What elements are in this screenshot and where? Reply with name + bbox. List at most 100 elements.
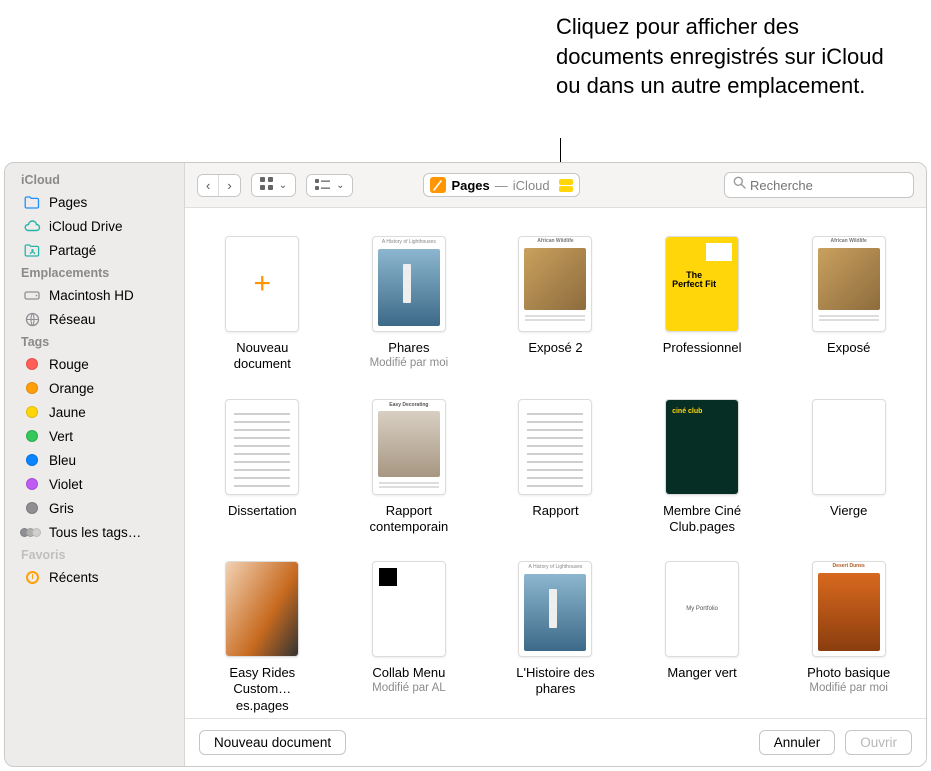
- group-icon: [315, 178, 330, 193]
- dialog-footer: Nouveau document Annuler Ouvrir: [185, 718, 926, 766]
- sidebar-item-network[interactable]: Réseau: [5, 307, 184, 331]
- all-tags-icon: [23, 523, 41, 541]
- document-subtitle: Modifié par moi: [370, 357, 449, 369]
- view-mode-icon: ⌄: [251, 173, 296, 197]
- forward-button[interactable]: ›: [218, 175, 239, 196]
- sidebar-tag-bleu[interactable]: Bleu: [5, 448, 184, 472]
- document-item[interactable]: ciné clubMembre Ciné Club.pages: [649, 399, 756, 536]
- group-button[interactable]: ⌄: [307, 175, 352, 196]
- open-dialog-window: iCloud Pages iCloud Drive Partagé Emplac…: [4, 162, 927, 767]
- sidebar-item-label: Macintosh HD: [49, 288, 134, 303]
- toolbar: ‹ › ⌄ ⌄ Pages — iC: [185, 163, 926, 208]
- sidebar-item-label: Tous les tags…: [49, 525, 141, 540]
- sidebar-header-tags: Tags: [5, 331, 184, 352]
- document-subtitle: Modifié par moi: [809, 682, 888, 694]
- search-input[interactable]: [750, 178, 926, 193]
- chevron-left-icon: ‹: [206, 178, 210, 193]
- document-title: Rapport: [532, 503, 578, 519]
- tag-dot-icon: [23, 355, 41, 373]
- hdd-icon: [23, 286, 41, 304]
- chevron-down-icon: ⌄: [336, 180, 344, 191]
- sidebar-tag-orange[interactable]: Orange: [5, 376, 184, 400]
- sidebar-tag-rouge[interactable]: Rouge: [5, 352, 184, 376]
- recents-clock-icon: [23, 568, 41, 586]
- document-item[interactable]: Collab MenuModifié par AL: [356, 561, 463, 714]
- document-title: Phares: [388, 340, 429, 356]
- document-title: L'Histoire des phares: [502, 665, 609, 698]
- open-button[interactable]: Ouvrir: [845, 730, 912, 755]
- sidebar-item-label: Jaune: [49, 405, 86, 420]
- location-app-label: Pages: [451, 178, 489, 193]
- document-item[interactable]: Dissertation: [209, 399, 316, 536]
- document-item[interactable]: Vierge: [795, 399, 902, 536]
- search-field[interactable]: [724, 172, 914, 198]
- document-item[interactable]: African WildlifeExposé 2: [502, 236, 609, 373]
- sidebar-item-iclouddrive[interactable]: iCloud Drive: [5, 214, 184, 238]
- cancel-button[interactable]: Annuler: [759, 730, 836, 755]
- document-item[interactable]: Easy DecoratingRapport contemporain: [356, 399, 463, 536]
- shared-folder-icon: [23, 241, 41, 259]
- sidebar-item-recents[interactable]: Récents: [5, 565, 184, 589]
- document-title: Dissertation: [228, 503, 297, 519]
- icon-view-button[interactable]: ⌄: [252, 174, 295, 196]
- document-item[interactable]: Easy Rides Custom…es.pages: [209, 561, 316, 714]
- sidebar-item-label: iCloud Drive: [49, 219, 123, 234]
- sidebar-item-label: Partagé: [49, 243, 96, 258]
- tag-dot-icon: [23, 427, 41, 445]
- search-icon: [733, 176, 746, 194]
- cloud-icon: [23, 217, 41, 235]
- chevron-down-icon: ⌄: [279, 180, 287, 191]
- document-item[interactable]: +Nouveau document: [209, 236, 316, 373]
- back-button[interactable]: ‹: [198, 175, 218, 196]
- sidebar-item-pages[interactable]: Pages: [5, 190, 184, 214]
- nav-back-forward: ‹ ›: [197, 174, 241, 197]
- tag-dot-icon: [23, 379, 41, 397]
- document-title: Vierge: [830, 503, 867, 519]
- sidebar-item-label: Vert: [49, 429, 73, 444]
- tag-dot-icon: [23, 475, 41, 493]
- callout-text: Cliquez pour afficher des documents enre…: [556, 12, 896, 101]
- document-title: Exposé: [827, 340, 870, 356]
- document-item[interactable]: A History of LighthousesL'Histoire des p…: [502, 561, 609, 714]
- new-document-button[interactable]: Nouveau document: [199, 730, 346, 755]
- document-item[interactable]: Rapport: [502, 399, 609, 536]
- location-popup[interactable]: Pages — iCloud: [423, 173, 579, 197]
- document-title: Rapport contemporain: [356, 503, 463, 536]
- sidebar-header-favoris: Favoris: [5, 544, 184, 565]
- document-title: Photo basique: [807, 665, 890, 681]
- globe-icon: [23, 310, 41, 328]
- document-item[interactable]: A History of LighthousesPharesModifié pa…: [356, 236, 463, 373]
- sidebar-tag-gris[interactable]: Gris: [5, 496, 184, 520]
- sidebar-item-label: Pages: [49, 195, 87, 210]
- sidebar-item-label: Gris: [49, 501, 74, 516]
- sidebar-item-shared[interactable]: Partagé: [5, 238, 184, 262]
- tag-dot-icon: [23, 451, 41, 469]
- pages-app-icon: [430, 177, 446, 193]
- grid-icon: [260, 177, 273, 193]
- sidebar-header-icloud: iCloud: [5, 169, 184, 190]
- sidebar-tag-all[interactable]: Tous les tags…: [5, 520, 184, 544]
- sidebar-item-label: Violet: [49, 477, 83, 492]
- document-title: Easy Rides Custom…es.pages: [209, 665, 316, 714]
- documents-grid: +Nouveau document A History of Lighthouse…: [185, 208, 926, 718]
- document-title: Manger vert: [667, 665, 736, 681]
- document-item[interactable]: ThePerfect FitProfessionnel: [649, 236, 756, 373]
- main-pane: ‹ › ⌄ ⌄ Pages — iC: [185, 163, 926, 766]
- sidebar-item-macintoshhd[interactable]: Macintosh HD: [5, 283, 184, 307]
- document-subtitle: Modifié par AL: [372, 682, 446, 694]
- sidebar-item-label: Réseau: [49, 312, 96, 327]
- sidebar-item-label: Rouge: [49, 357, 89, 372]
- document-item[interactable]: Desert DunesPhoto basiqueModifié par moi: [795, 561, 902, 714]
- sidebar-item-label: Bleu: [49, 453, 76, 468]
- tag-dot-icon: [23, 403, 41, 421]
- document-item[interactable]: African WildlifeExposé: [795, 236, 902, 373]
- sidebar-tag-jaune[interactable]: Jaune: [5, 400, 184, 424]
- updown-stepper-icon: [559, 179, 573, 192]
- sidebar-tag-vert[interactable]: Vert: [5, 424, 184, 448]
- document-title: Professionnel: [663, 340, 742, 356]
- sidebar-tag-violet[interactable]: Violet: [5, 472, 184, 496]
- document-item[interactable]: My PortfolioManger vert: [649, 561, 756, 714]
- document-title: Exposé 2: [528, 340, 582, 356]
- document-title: Collab Menu: [372, 665, 445, 681]
- tag-dot-icon: [23, 499, 41, 517]
